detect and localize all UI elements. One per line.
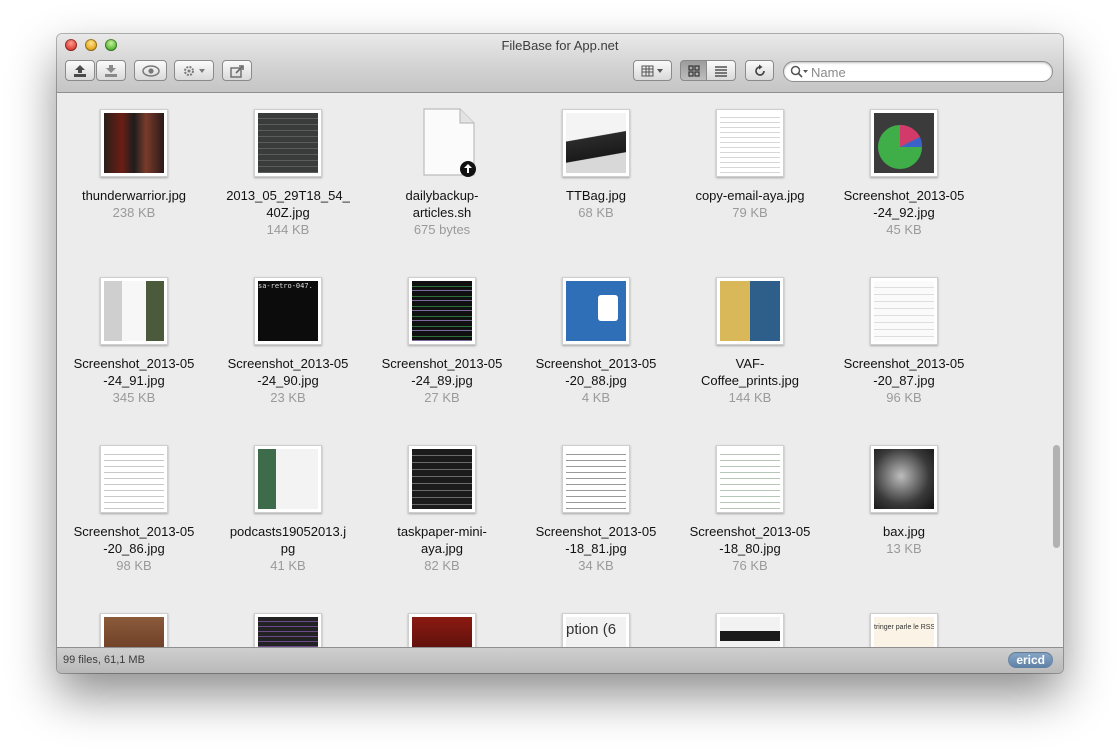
file-thumbnail: ption (6 (562, 613, 630, 647)
file-thumbnail (562, 277, 630, 345)
search-placeholder: Name (811, 65, 846, 80)
file-thumbnail: sa-retro-047. "git commit - ages/thumbs/… (254, 277, 322, 345)
file-thumbnail (716, 277, 784, 345)
file-name: copy-email-aya.jpg 79 KB (674, 187, 826, 221)
file-size: 68 KB (578, 205, 614, 220)
file-name: Screenshot_2013-05 -24_90.jpg 23 KB (212, 355, 364, 406)
file-name: taskpaper-mini-aya.jpg 82 KB (366, 523, 518, 574)
file-size: 238 KB (112, 205, 156, 220)
file-thumbnail (408, 277, 476, 345)
window-title: FileBase for App.net (501, 38, 619, 53)
file-size: 82 KB (424, 558, 460, 573)
file-size: 79 KB (732, 205, 768, 220)
status-bar: 99 files, 61,1 MB ericd (57, 647, 1063, 673)
file-size: 34 KB (578, 558, 614, 573)
file-size: 675 bytes (413, 222, 471, 237)
list-view-button[interactable] (706, 60, 736, 81)
gear-icon (184, 65, 205, 76)
file-thumbnail (716, 613, 784, 647)
terminal-text: sa-retro-047. "git commit - ages/thumbs/… (258, 281, 318, 341)
share-button[interactable] (222, 60, 252, 81)
download-button[interactable] (96, 60, 126, 81)
file-size: 27 KB (424, 390, 460, 405)
file-name: 2013_05_29T18_54_ 40Z.jpg 144 KB (212, 187, 364, 238)
file-thumbnail (100, 613, 168, 647)
icon-view-button[interactable] (680, 60, 707, 81)
search-field[interactable]: Name (783, 61, 1053, 82)
file-thumbnail (254, 613, 322, 647)
upload-button[interactable] (65, 60, 95, 81)
file-size: 45 KB (886, 222, 922, 237)
file-thumbnail (100, 277, 168, 345)
refresh-button[interactable] (745, 60, 774, 81)
thumbnail-text: ption (6 (566, 617, 626, 647)
file-thumbnail (870, 109, 938, 177)
file-size: 144 KB (266, 222, 310, 237)
file-name: Screenshot_2013-05 -24_91.jpg 345 KB (58, 355, 210, 406)
file-size: 144 KB (728, 390, 772, 405)
document-icon (423, 108, 476, 177)
file-name: Screenshot_2013-05 -18_80.jpg 76 KB (674, 523, 826, 574)
file-thumbnail (870, 445, 938, 513)
file-name: Screenshot_2013-05 -20_87.jpg 96 KB (828, 355, 980, 406)
icon-view-icon (687, 64, 700, 77)
eye-icon (141, 64, 160, 77)
file-name: podcasts19052013.j pg 41 KB (212, 523, 364, 574)
file-thumbnail (716, 109, 784, 177)
file-thumbnail (870, 277, 938, 345)
file-thumbnail (408, 445, 476, 513)
file-size: 76 KB (732, 558, 768, 573)
file-thumbnail (408, 613, 476, 647)
file-name: TTBag.jpg 68 KB (520, 187, 672, 221)
file-name: bax.jpg 13 KB (828, 523, 980, 557)
pie-chart-thumbnail (878, 124, 923, 169)
column-view-button[interactable] (633, 60, 672, 81)
list-view-icon (715, 65, 727, 77)
file-name: Screenshot_2013-05 -24_89.jpg 27 KB (366, 355, 518, 406)
user-badge[interactable]: ericd (1008, 652, 1053, 668)
file-size: 41 KB (270, 558, 306, 573)
file-size: 96 KB (886, 390, 922, 405)
file-size: 13 KB (886, 541, 922, 556)
app-glyph (598, 295, 618, 321)
quick-look-button[interactable] (134, 60, 167, 81)
file-thumbnail (100, 445, 168, 513)
file-size: 345 KB (112, 390, 156, 405)
file-thumbnail: tringer parle le RSS. (870, 613, 938, 647)
column-view-icon (641, 65, 663, 76)
file-thumbnail (562, 445, 630, 513)
search-icon (790, 65, 808, 78)
file-size: 4 KB (581, 390, 611, 405)
scrollbar-thumb[interactable] (1053, 445, 1060, 548)
file-grid[interactable]: thunderwarrior.jpg 238 KB 2013_05_29T18_5… (57, 93, 1063, 647)
file-name: Screenshot_2013-05 -24_92.jpg 45 KB (828, 187, 980, 238)
action-menu-button[interactable] (174, 60, 214, 81)
file-name: thunderwarrior.jpg 238 KB (58, 187, 210, 221)
upload-icon (74, 64, 86, 77)
file-name: dailybackup-articles.sh 675 bytes (366, 187, 518, 238)
file-name: VAF- Coffee_prints.jpg 144 KB (674, 355, 826, 406)
file-name: Screenshot_2013-05 -20_86.jpg 98 KB (58, 523, 210, 574)
file-name: Screenshot_2013-05 -18_81.jpg 34 KB (520, 523, 672, 574)
file-thumbnail (716, 445, 784, 513)
app-window: FileBase for App.net Name thunderwarrior… (57, 34, 1063, 673)
file-thumbnail (100, 109, 168, 177)
file-size: 98 KB (116, 558, 152, 573)
file-name: Screenshot_2013-05 -20_88.jpg 4 KB (520, 355, 672, 406)
vertical-scrollbar[interactable] (1048, 93, 1063, 647)
file-thumbnail (254, 445, 322, 513)
status-summary: 99 files, 61,1 MB (63, 654, 145, 666)
thumbnail-text: tringer parle le RSS. (874, 617, 934, 647)
refresh-icon (754, 64, 765, 76)
file-thumbnail (562, 109, 630, 177)
download-icon (105, 64, 117, 77)
share-icon (230, 64, 244, 78)
toolbar: FileBase for App.net Name (57, 34, 1063, 93)
file-size: 23 KB (270, 390, 306, 405)
file-thumbnail (254, 109, 322, 177)
